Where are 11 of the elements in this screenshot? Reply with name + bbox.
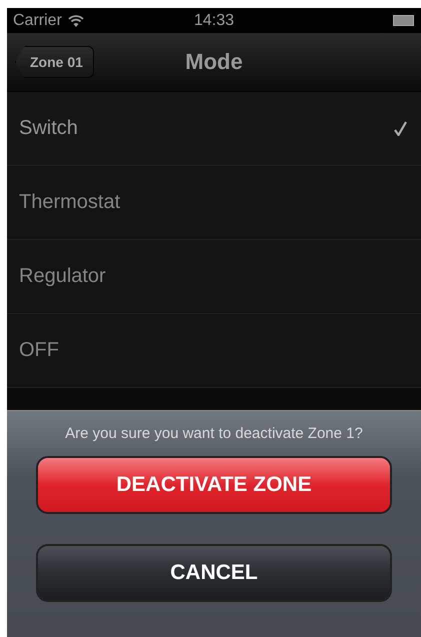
confirmation-message: Are you sure you want to deactivate Zone 1? — [65, 425, 363, 442]
clock-time: 14:33 — [194, 12, 234, 30]
mode-option[interactable]: Switch — [7, 92, 421, 166]
deactivate-button[interactable]: DEACTIVATE ZONE — [36, 456, 392, 514]
cancel-button[interactable]: CANCEL — [36, 544, 392, 602]
carrier-label: Carrier — [13, 12, 62, 30]
back-button[interactable]: Zone 01 — [15, 46, 94, 78]
wifi-icon — [68, 14, 84, 26]
battery-icon — [393, 15, 415, 26]
checkmark-icon — [394, 121, 407, 136]
screen-title: Mode — [185, 49, 243, 75]
